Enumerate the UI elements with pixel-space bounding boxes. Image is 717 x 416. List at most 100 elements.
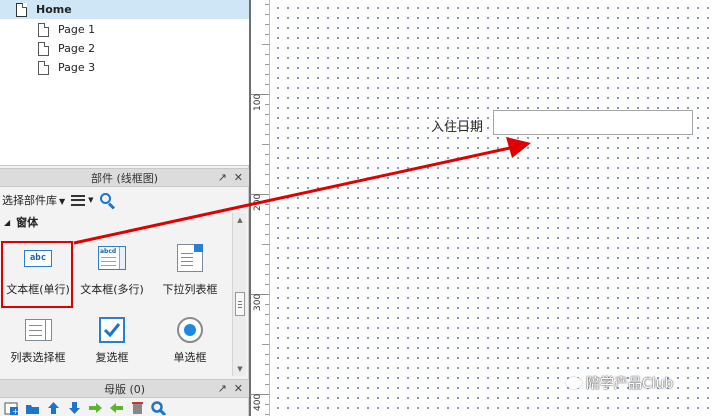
widget-scrollbar[interactable]: ▲ ▼: [232, 213, 246, 376]
ruler-tick: [265, 334, 269, 335]
ruler-tick: [265, 84, 269, 85]
add-folder-icon[interactable]: [25, 401, 40, 415]
widget-listbox[interactable]: 列表选择框: [0, 309, 76, 373]
ruler-tick: [265, 354, 269, 355]
scroll-down-icon[interactable]: ▼: [233, 363, 247, 375]
ruler-tick: [265, 214, 269, 215]
widget-multi-line-textarea[interactable]: abcd 文本框(多行): [74, 233, 150, 297]
ruler-number: 200: [253, 193, 263, 211]
watermark: 陪学产品Club: [566, 373, 673, 393]
widget-single-line-textbox[interactable]: abc 文本框(单行): [0, 233, 76, 297]
chevron-down-icon: ▼: [59, 197, 66, 206]
textbox-icon-text: abc: [29, 253, 47, 263]
ruler-tick: [265, 224, 269, 225]
page-icon: [38, 60, 49, 75]
ruler-tick: [265, 374, 269, 375]
masters-toolbar: +: [0, 399, 249, 416]
ruler-tick: [265, 404, 269, 405]
design-canvas[interactable]: 100 200 300 400: [250, 0, 717, 416]
close-icon[interactable]: ✕: [234, 382, 243, 395]
page-item-home[interactable]: Home: [0, 0, 249, 19]
ruler-tick: [265, 174, 269, 175]
ruler-tick: [265, 54, 269, 55]
page-label: Page 2: [58, 42, 96, 55]
ruler-tick: [265, 274, 269, 275]
ruler-tick: [265, 364, 269, 365]
ruler-tick: [265, 64, 269, 65]
delete-icon[interactable]: [130, 401, 145, 415]
ruler-tick: [262, 344, 269, 345]
ruler-number: 100: [253, 93, 263, 111]
ruler-tick: [265, 254, 269, 255]
library-select[interactable]: 选择部件库 ▼: [2, 192, 65, 208]
widget-droplist[interactable]: 下拉列表框: [152, 233, 228, 297]
sitemap-pages-panel: Home Page 1 Page 2 Page 3: [0, 0, 249, 166]
widget-group-forms[interactable]: ◢ 窗体: [0, 213, 236, 231]
move-up-icon[interactable]: [46, 401, 61, 415]
checkbox-icon: [99, 317, 125, 343]
textarea-icon-text: abcd: [100, 248, 117, 255]
ruler-tick: [265, 164, 269, 165]
ruler-tick: [265, 104, 269, 105]
scroll-up-icon[interactable]: ▲: [233, 214, 247, 226]
ruler-tick: [262, 244, 269, 245]
page-label: Page 3: [58, 61, 96, 74]
widget-grid: abc 文本框(单行) abcd 文本框(多行) 下拉列表框 列表选择框 复选框…: [0, 233, 236, 376]
ruler-tick: [265, 124, 269, 125]
widget-label: 文本框(单行): [6, 283, 70, 296]
single-line-textbox-icon: abc: [24, 249, 52, 267]
page-item-page-2[interactable]: Page 2: [38, 39, 95, 58]
ruler-tick: [265, 34, 269, 35]
listbox-icon: [24, 319, 52, 341]
widget-group-label: 窗体: [16, 216, 39, 229]
scroll-thumb[interactable]: [235, 292, 245, 316]
ruler-tick: [265, 384, 269, 385]
ruler-tick: [265, 14, 269, 15]
widget-label: 单选框: [173, 351, 207, 364]
ruler-tick: [265, 314, 269, 315]
close-icon[interactable]: ✕: [234, 171, 243, 184]
outdent-icon[interactable]: [109, 401, 124, 415]
widget-radio-button[interactable]: 单选框: [152, 309, 228, 373]
page-icon: [38, 22, 49, 37]
page-item-page-1[interactable]: Page 1: [38, 20, 95, 39]
ruler-tick: [265, 114, 269, 115]
search-icon[interactable]: [151, 400, 167, 416]
widgets-panel-title: 部件 (线框图): [90, 171, 159, 185]
library-select-label: 选择部件库: [2, 194, 57, 207]
ruler-tick: [265, 74, 269, 75]
ruler-tick: [265, 24, 269, 25]
svg-text:+: +: [12, 407, 19, 415]
menu-icon[interactable]: ▼: [71, 194, 94, 206]
radio-button-icon: [177, 317, 203, 343]
multi-line-textarea-icon: abcd: [98, 246, 126, 270]
ruler-tick: [265, 154, 269, 155]
ruler-tick: [265, 204, 269, 205]
page-label: Home: [36, 3, 72, 16]
watermark-text: 陪学产品Club: [586, 376, 674, 392]
left-panel: Home Page 1 Page 2 Page 3 部件 (线框图) ↗ ✕ 选…: [0, 0, 249, 416]
widget-label: 下拉列表框: [162, 283, 218, 296]
ruler-tick: [265, 184, 269, 185]
page-item-page-3[interactable]: Page 3: [38, 58, 95, 77]
ruler-tick: [265, 4, 269, 5]
check-in-date-label: 入住日期: [431, 120, 484, 135]
page-icon: [38, 41, 49, 56]
widget-label: 复选框: [95, 351, 129, 364]
move-down-icon[interactable]: [67, 401, 82, 415]
check-in-date-input[interactable]: [493, 110, 693, 135]
ruler-number: 400: [253, 393, 263, 411]
widget-label: 列表选择框: [10, 351, 66, 364]
widget-checkbox[interactable]: 复选框: [74, 309, 150, 373]
page-icon: [16, 2, 27, 17]
indent-icon[interactable]: [88, 401, 103, 415]
popout-icon[interactable]: ↗: [218, 382, 227, 395]
popout-icon[interactable]: ↗: [218, 171, 227, 184]
add-master-icon[interactable]: +: [4, 401, 19, 416]
masters-panel-title: 母版 (0): [103, 382, 146, 396]
ruler-number: 300: [253, 293, 263, 311]
ruler-tick: [262, 144, 269, 145]
collapse-triangle-icon: ◢: [4, 217, 11, 227]
search-icon[interactable]: [99, 192, 115, 210]
widgets-panel-header: 部件 (线框图) ↗ ✕: [0, 168, 249, 187]
